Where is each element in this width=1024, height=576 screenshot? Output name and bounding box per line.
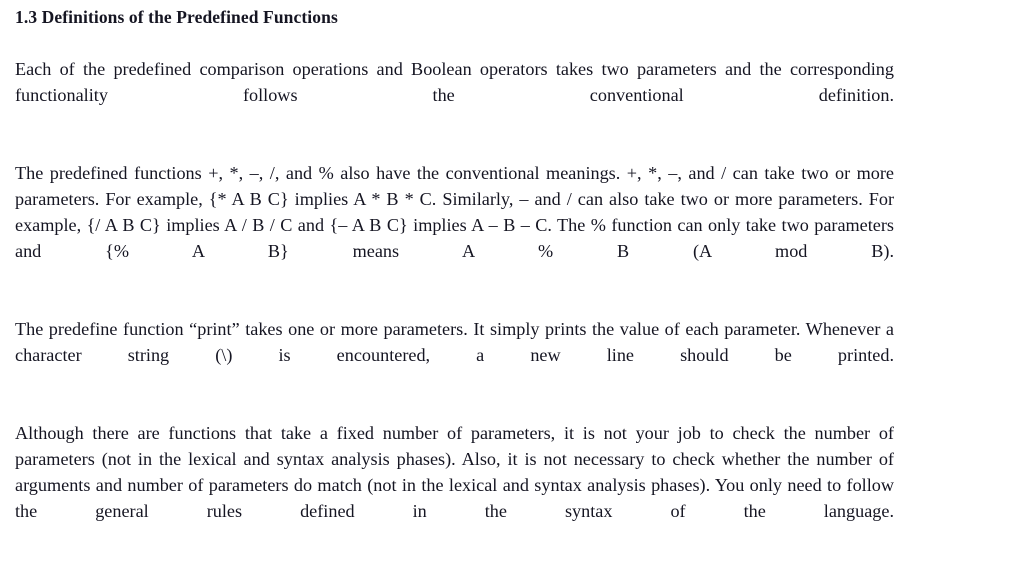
section-heading: 1.3 Definitions of the Predefined Functi… xyxy=(15,7,338,27)
paragraph-spacer-1 xyxy=(15,134,894,160)
paragraph-parameter-checking: Although there are functions that take a… xyxy=(15,423,894,521)
paragraph-arithmetic-functions: The predefined functions +, *, –, /, and… xyxy=(15,163,894,261)
paragraph-predefined-comparisons: Each of the predefined comparison operat… xyxy=(15,59,894,105)
paragraph-spacer-3 xyxy=(15,394,894,420)
document-text-column: 1.3 Definitions of the Predefined Functi… xyxy=(15,4,894,550)
paragraph-spacer-2 xyxy=(15,290,894,316)
paragraph-print-function: The predefine function “print” takes one… xyxy=(15,319,894,365)
heading-spacer xyxy=(15,30,894,56)
document-page: 1.3 Definitions of the Predefined Functi… xyxy=(0,0,1024,576)
